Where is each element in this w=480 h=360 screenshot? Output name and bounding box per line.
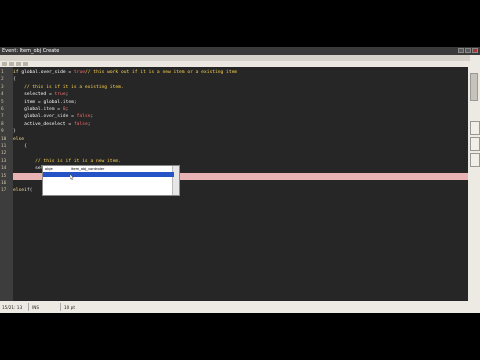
code-token: true: [73, 70, 85, 75]
code-token: ;: [90, 114, 94, 120]
code-token: over_side: [40, 70, 66, 75]
code-line[interactable]: else: [13, 136, 468, 143]
line-number: 16: [1, 181, 7, 186]
code-line[interactable]: [13, 150, 468, 157]
code-token: else: [13, 188, 25, 194]
code-token: global: [21, 70, 38, 75]
close-button[interactable]: [472, 48, 478, 53]
code-token: global: [13, 107, 41, 112]
letterbox-bottom: [0, 313, 480, 360]
line-number: 14: [1, 166, 7, 172]
code-line[interactable]: {: [13, 143, 468, 150]
code-line[interactable]: item = global.item;: [13, 99, 468, 106]
code-line[interactable]: // this is if it is a new item.: [13, 158, 468, 165]
status-divider: [28, 303, 29, 311]
line-number: 6: [1, 107, 4, 112]
code-token: {: [13, 77, 16, 83]
mouse-cursor-icon: [70, 174, 74, 180]
line-number: 10: [1, 136, 7, 142]
code-line[interactable]: if global.over_side = true// this work o…: [13, 69, 468, 76]
code-token: selected: [13, 92, 47, 98]
line-number: 4: [1, 92, 4, 98]
code-token: // this is if it is a existing item.: [13, 84, 124, 90]
code-token: false: [76, 114, 91, 120]
line-number: 17: [1, 188, 7, 194]
print-icon[interactable]: [23, 62, 28, 66]
autocomplete-item[interactable]: [43, 172, 174, 177]
line-number: 3: [1, 84, 4, 90]
side-tab-1[interactable]: [470, 121, 480, 135]
line-number: 12: [1, 151, 7, 157]
line-number: 15: [1, 173, 7, 179]
code-token: // this work out if it is a new item or …: [85, 70, 238, 75]
line-number: 8: [1, 121, 4, 127]
line-number: 11: [1, 144, 7, 149]
code-token: false: [73, 121, 88, 127]
code-line[interactable]: selected = true;: [13, 91, 468, 98]
minimize-button[interactable]: [458, 48, 464, 53]
code-line[interactable]: global.over_side = false;: [13, 113, 468, 120]
code-token: =: [65, 70, 74, 75]
code-token: =: [46, 92, 55, 98]
line-number: 5: [1, 99, 4, 105]
code-token: global: [43, 99, 61, 105]
autocomplete-popup[interactable]: obje item_obj_controler: [42, 165, 180, 196]
line-number: 9: [1, 129, 4, 135]
insert-mode: INS: [32, 305, 40, 310]
code-token: else: [13, 136, 25, 142]
code-token: .item;: [60, 99, 77, 105]
code-token: .item =: [40, 107, 63, 112]
side-tab-3[interactable]: [470, 153, 480, 167]
code-token: // this is if it is a new item.: [13, 158, 121, 164]
code-token: true: [54, 92, 66, 98]
save-icon[interactable]: [16, 62, 21, 66]
code-token: .over_side =: [40, 114, 77, 120]
line-number: 7: [1, 114, 4, 120]
code-line[interactable]: }: [13, 128, 468, 135]
vertical-scrollbar[interactable]: [468, 67, 480, 301]
font-size: 10 pt: [64, 305, 75, 310]
code-token: ;: [65, 92, 69, 98]
title-bar: Event: Item_obj Create: [0, 47, 480, 55]
letterbox-top: [0, 0, 480, 47]
code-token: }: [13, 129, 16, 135]
line-number: 13: [1, 158, 7, 164]
code-token: if(: [24, 188, 33, 194]
status-bar: 15/21: 13 INS 10 pt: [0, 301, 480, 313]
cursor-position: 15/21: 13: [2, 305, 23, 310]
code-token: item: [13, 99, 36, 105]
code-line[interactable]: active_deselect = false;: [13, 121, 468, 128]
code-line[interactable]: {: [13, 76, 468, 83]
code-line[interactable]: // this is if it is a existing item.: [13, 84, 468, 91]
code-token: ;: [87, 121, 91, 127]
side-tab-2[interactable]: [470, 137, 480, 151]
code-token: active_deselect: [13, 121, 66, 127]
ok-icon[interactable]: [2, 62, 7, 66]
line-number: 1: [1, 70, 4, 75]
code-token: global: [13, 114, 41, 120]
maximize-button[interactable]: [465, 48, 471, 53]
code-line[interactable]: global.item = 0;: [13, 106, 468, 113]
window-title: Event: Item_obj Create: [2, 48, 60, 54]
code-token: {: [13, 144, 27, 149]
code-token: ;: [65, 107, 69, 112]
scrollbar-thumb[interactable]: [470, 73, 478, 101]
code-token: =: [65, 121, 74, 127]
load-icon[interactable]: [9, 62, 14, 66]
line-number: 2: [1, 77, 4, 83]
status-divider: [60, 303, 61, 311]
